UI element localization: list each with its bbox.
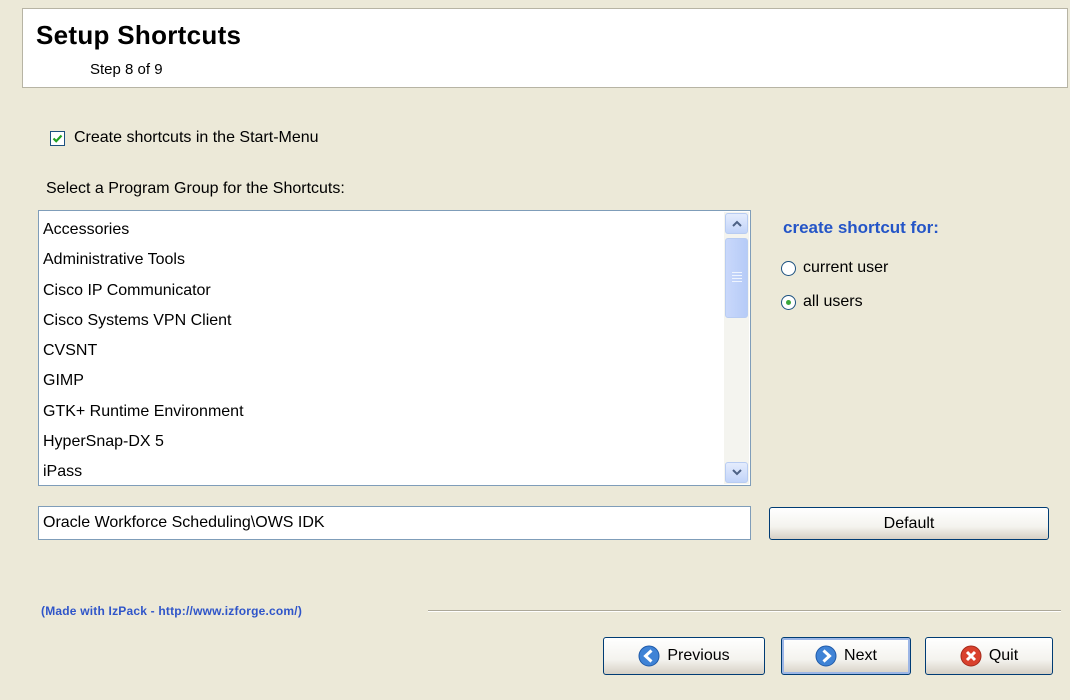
scroll-down-button[interactable] (725, 462, 748, 483)
grip-line (732, 272, 742, 273)
list-item[interactable]: GTK+ Runtime Environment (42, 397, 724, 427)
scroll-up-button[interactable] (725, 213, 748, 234)
quit-label: Quit (988, 647, 1019, 664)
header-panel: Setup Shortcuts Step 8 of 9 (22, 8, 1068, 88)
all-users-radio[interactable] (781, 294, 796, 310)
start-menu-checkbox[interactable] (50, 130, 65, 146)
list-item[interactable]: GIMP (42, 366, 724, 396)
vertical-scrollbar[interactable] (724, 212, 749, 484)
grip-line (732, 275, 742, 276)
izpack-credit: (Made with IzPack - http://www.izforge.c… (41, 604, 303, 618)
step-indicator: Step 8 of 9 (90, 61, 163, 78)
program-group-path-input[interactable]: Oracle Workforce Scheduling\OWS IDK (38, 506, 751, 540)
scroll-thumb[interactable] (725, 238, 748, 318)
list-item[interactable]: Accessories (42, 215, 724, 245)
grip-line (732, 278, 742, 279)
current-user-radio[interactable] (781, 260, 796, 276)
shortcut-for-title: create shortcut for: (783, 218, 939, 237)
list-item[interactable]: iPass (42, 457, 724, 485)
scroll-up-arrow-icon (731, 220, 742, 227)
next-label: Next (844, 647, 877, 664)
start-menu-checkbox-label: Create shortcuts in the Start-Menu (74, 129, 319, 146)
list-item[interactable]: Cisco Systems VPN Client (42, 306, 724, 336)
checkmark-icon (52, 134, 63, 143)
page-title: Setup Shortcuts (36, 20, 242, 50)
scroll-down-arrow-icon (731, 469, 742, 476)
next-arrow-icon (815, 645, 837, 667)
start-menu-checkbox-row[interactable]: Create shortcuts in the Start-Menu (50, 128, 319, 148)
program-group-list[interactable]: Accessories Administrative Tools Cisco I… (38, 210, 751, 486)
program-group-label: Select a Program Group for the Shortcuts… (46, 180, 345, 197)
list-item[interactable]: CVSNT (42, 336, 724, 366)
default-button[interactable]: Default (769, 507, 1049, 540)
next-button[interactable]: Next (781, 637, 911, 675)
list-item[interactable]: Administrative Tools (42, 245, 724, 275)
all-users-label: all users (803, 293, 863, 310)
quit-x-icon (960, 645, 982, 667)
program-group-list-items: Accessories Administrative Tools Cisco I… (42, 215, 724, 485)
previous-label: Previous (667, 647, 730, 664)
quit-button[interactable]: Quit (925, 637, 1053, 675)
current-user-label: current user (803, 259, 889, 276)
previous-button[interactable]: Previous (603, 637, 765, 675)
grip-line (732, 281, 742, 282)
footer-divider (428, 610, 1061, 612)
list-item[interactable]: HyperSnap-DX 5 (42, 427, 724, 457)
radio-current-user[interactable]: current user (781, 257, 888, 279)
previous-arrow-icon (638, 645, 660, 667)
radio-all-users[interactable]: all users (781, 291, 863, 313)
list-item[interactable]: Cisco IP Communicator (42, 276, 724, 306)
